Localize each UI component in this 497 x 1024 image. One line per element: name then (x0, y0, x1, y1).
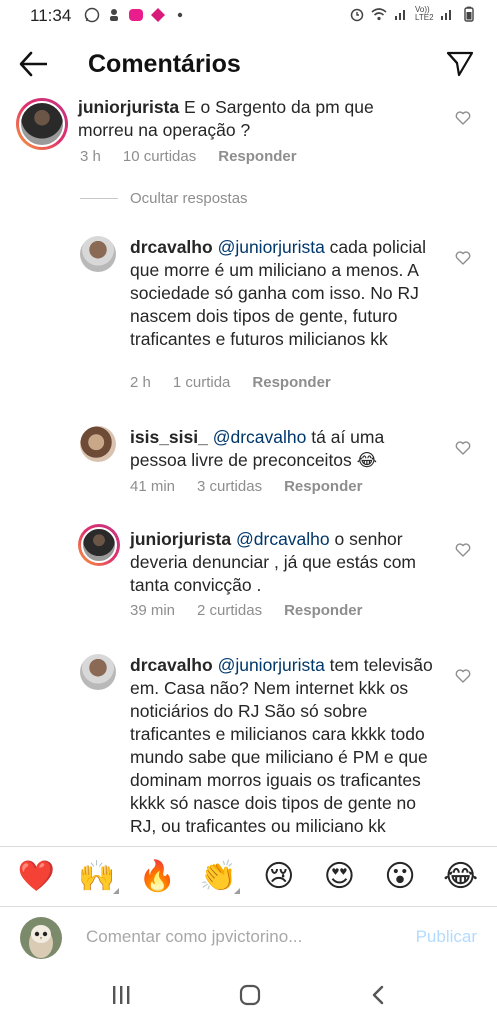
header: Comentários (0, 38, 497, 90)
comment-likes[interactable]: 10 curtidas (123, 148, 196, 165)
notification-icon (110, 9, 118, 21)
emoji-clap[interactable]: 👏 (198, 859, 241, 894)
comment-meta: 2 h 1 curtida Responder (130, 374, 353, 391)
comment-username[interactable]: drcavalho (130, 655, 213, 675)
page-title: Comentários (88, 50, 241, 78)
heart-icon[interactable] (455, 250, 471, 266)
comment-username[interactable]: juniorjurista (130, 529, 231, 549)
home-icon[interactable] (237, 984, 263, 1006)
comment-likes[interactable]: 2 curtidas (197, 602, 262, 619)
avatar[interactable] (80, 426, 116, 462)
emoji-surprised[interactable]: 😮 (380, 859, 420, 894)
comment-username[interactable]: juniorjurista (78, 97, 179, 117)
skin-tone-indicator (112, 888, 119, 894)
hide-replies-label[interactable]: Ocultar respostas (130, 190, 248, 207)
emoji-heart[interactable]: ❤️ (16, 859, 56, 894)
comment-time: 41 min (130, 478, 176, 495)
comment-time: 2 h (130, 374, 151, 391)
comment-mention[interactable]: @drcavalho (236, 529, 330, 549)
app-icon (129, 9, 143, 21)
comment-input[interactable] (86, 927, 386, 947)
reply-button[interactable]: Responder (252, 374, 330, 391)
heart-icon[interactable] (455, 440, 471, 456)
comment-composer: Publicar (0, 906, 497, 966)
comment-time: 3 h (80, 148, 101, 165)
emoji-laughing[interactable]: 😂 (441, 859, 481, 894)
comment-meta: 39 min 2 curtidas Responder (130, 602, 384, 619)
emoji-fire[interactable]: 🔥 (138, 859, 178, 894)
comment-text: drcavalho @juniorjurista cada policial q… (130, 236, 430, 351)
comment-item: drcavalho @juniorjurista tem televisão e… (0, 650, 497, 846)
owl-avatar-icon (20, 917, 62, 959)
heart-icon[interactable] (455, 542, 471, 558)
reply-button[interactable]: Responder (284, 478, 362, 495)
carrier-label: Vo)) LTE2 (415, 5, 434, 22)
emoji-raised-hands-glyph: 🙌 (78, 859, 116, 894)
reply-button[interactable]: Responder (284, 602, 362, 619)
emoji-heart-eyes[interactable]: 😍 (319, 859, 359, 894)
recent-apps-icon[interactable] (108, 984, 134, 1006)
comment-text: drcavalho @juniorjurista tem televisão e… (130, 654, 435, 838)
heart-icon[interactable] (455, 110, 471, 126)
heart-icon[interactable] (455, 668, 471, 684)
comment-meta: 41 min 3 curtidas Responder (130, 478, 384, 495)
avatar[interactable] (80, 654, 116, 690)
send-icon[interactable] (445, 48, 475, 78)
wifi-icon (371, 8, 387, 21)
comment-mention[interactable]: @drcavalho (213, 427, 307, 447)
comment-mention[interactable]: @juniorjurista (218, 655, 325, 675)
skin-tone-indicator (234, 888, 241, 894)
system-nav-bar (0, 966, 497, 1024)
whatsapp-icon (84, 7, 100, 23)
game-icon (151, 8, 165, 22)
emoji-quick-bar: ❤️ 🙌 🔥 👏 😢 😍 😮 😂 (0, 846, 497, 906)
comment-mention[interactable]: @juniorjurista (218, 237, 325, 257)
publish-button[interactable]: Publicar (416, 927, 477, 947)
comment-likes[interactable]: 1 curtida (173, 374, 231, 391)
reply-button[interactable]: Responder (218, 148, 296, 165)
back-arrow-icon[interactable] (18, 50, 50, 78)
dot-icon (177, 12, 183, 18)
back-nav-icon[interactable] (366, 984, 392, 1006)
signal-icon (395, 10, 405, 20)
comment-meta: 3 h 10 curtidas Responder (80, 148, 319, 165)
comment-text: juniorjurista E o Sargento da pm que mor… (78, 96, 418, 142)
emoji-crying[interactable]: 😢 (259, 859, 299, 894)
avatar (20, 917, 62, 959)
signal-icon-2 (441, 10, 451, 20)
comment-username[interactable]: isis_sisi_ (130, 427, 208, 447)
hide-replies-toggle[interactable]: Ocultar respostas (80, 190, 248, 207)
divider (80, 198, 118, 199)
avatar[interactable] (78, 524, 120, 566)
emoji-raised-hands[interactable]: 🙌 (77, 859, 119, 894)
status-bar: 11:34 Vo)) LTE2 (0, 0, 497, 32)
comment-likes[interactable]: 3 curtidas (197, 478, 262, 495)
alarm-icon (350, 8, 364, 22)
avatar[interactable] (80, 236, 116, 272)
comment-body: tem televisão em. Casa não? Nem internet… (130, 655, 433, 836)
status-time: 11:34 (30, 6, 72, 25)
comment-text: isis_sisi_ @drcavalho tá aí uma pessoa l… (130, 426, 430, 472)
emoji-clap-glyph: 👏 (199, 859, 237, 894)
battery-icon (464, 6, 474, 22)
comment-time: 39 min (130, 602, 176, 619)
comment-username[interactable]: drcavalho (130, 237, 213, 257)
avatar[interactable] (16, 98, 68, 150)
comment-text: juniorjurista @drcavalho o senhor deveri… (130, 528, 435, 597)
